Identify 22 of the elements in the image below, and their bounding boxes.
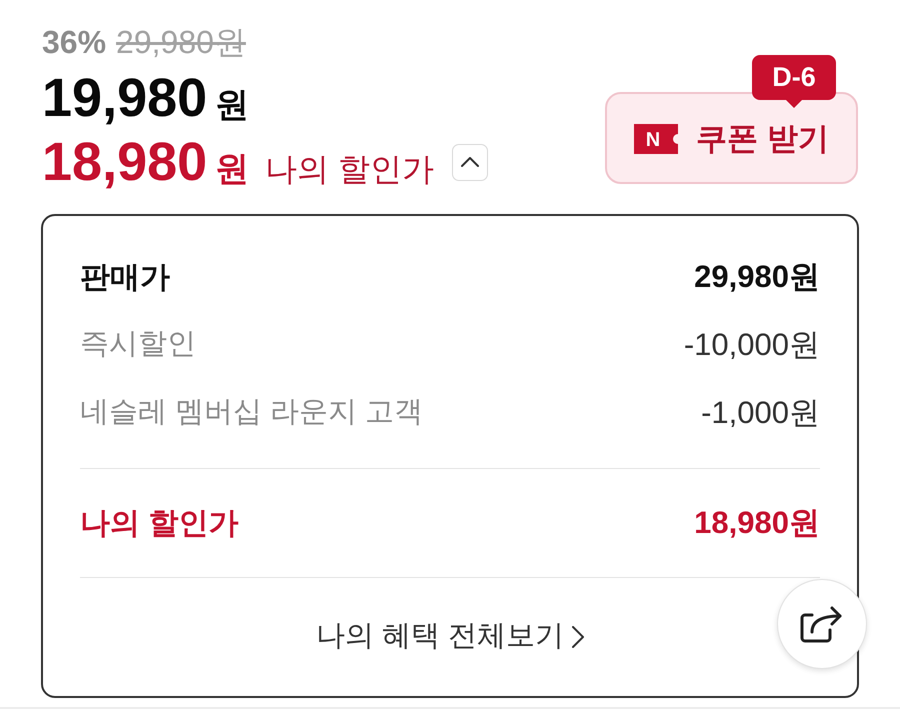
price-value: -1,000원 <box>701 394 820 432</box>
share-icon <box>800 604 844 644</box>
my-price-label: 나의 할인가 <box>80 506 238 542</box>
ticket-logo: N <box>634 124 678 154</box>
benefits-link[interactable]: 나의 혜택 전체보기 <box>316 614 584 658</box>
my-price-caption: 나의 할인가 <box>265 150 434 189</box>
price-value: -10,000원 <box>684 326 820 364</box>
toggle-button[interactable] <box>452 144 488 180</box>
currency-unit: 원 <box>215 85 250 126</box>
sale-price: 19,980 <box>42 67 208 130</box>
chevron-up-icon <box>461 157 480 167</box>
coupon-button[interactable]: N 쿠폰 받기 <box>605 92 858 184</box>
price-label: 네슬레 멤버십 라운지 고객 <box>80 395 424 430</box>
my-price-value: 18,980원 <box>694 504 820 542</box>
price-label: 즉시할인 <box>80 327 196 362</box>
discount-rate: 36% <box>42 26 106 58</box>
price-value: 29,980원 <box>694 258 820 296</box>
chevron-right-icon <box>572 626 584 648</box>
price-label: 판매가 <box>80 260 170 296</box>
original-price: 29,980원 <box>116 26 246 58</box>
my-price: 18,980 <box>42 131 208 194</box>
currency-unit: 원 <box>215 149 250 190</box>
